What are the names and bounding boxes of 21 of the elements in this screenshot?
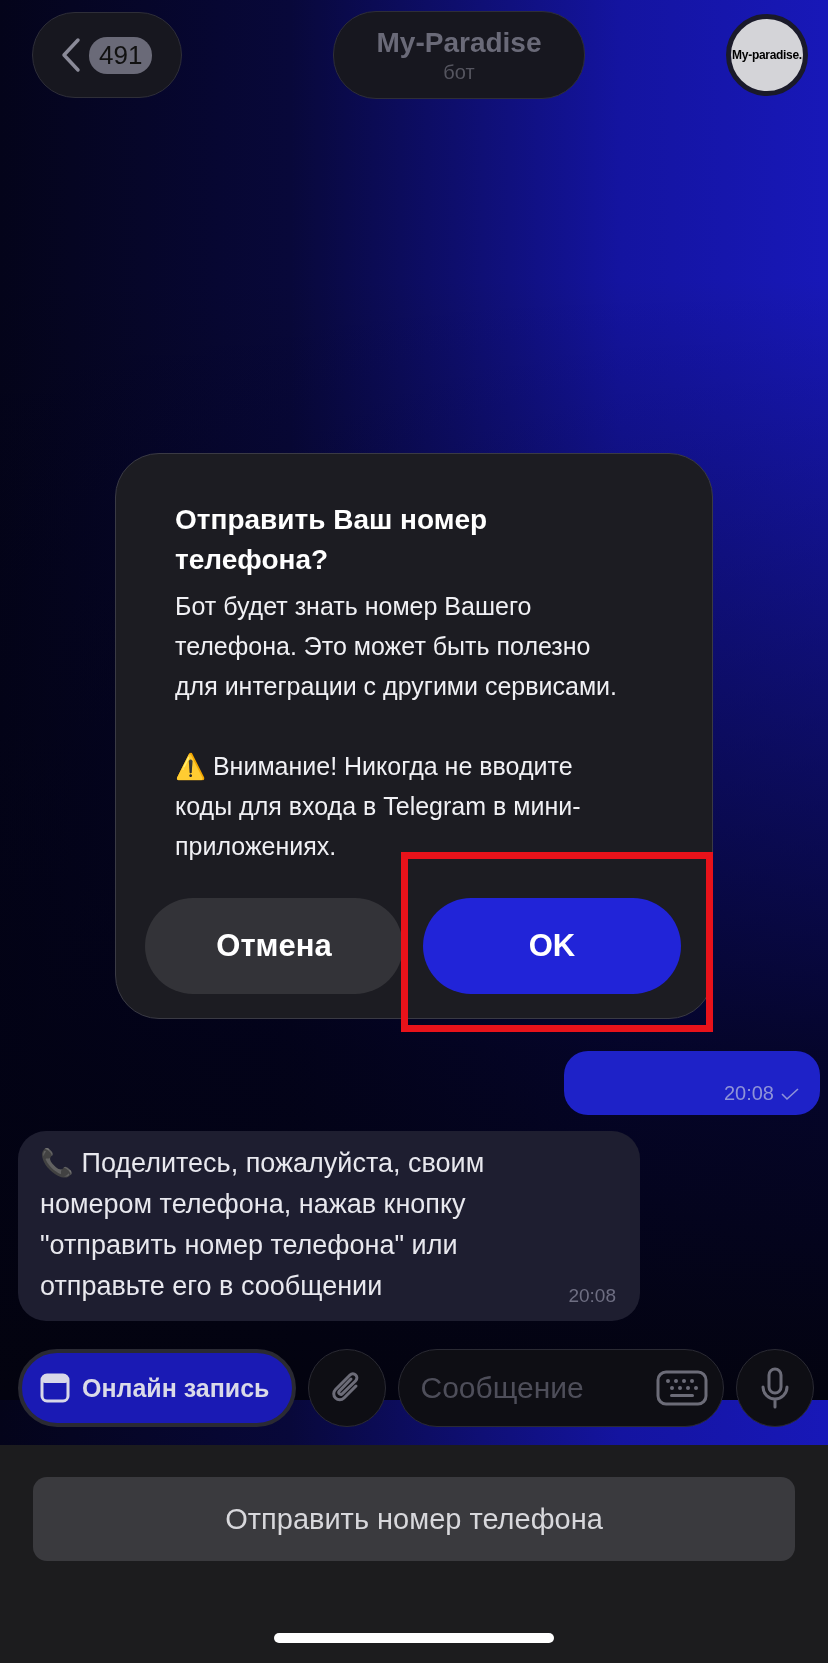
unread-count: 491 — [89, 36, 153, 74]
dialog-text: Бот будет знать номер Вашего телефона. Это может быть полезно для интеграции с другими сервисами. — [175, 591, 619, 702]
microphone-icon — [760, 1367, 790, 1409]
dialog-title: Отправить Ваш номер телефона? — [175, 503, 489, 577]
cancel-button[interactable]: Отмена — [145, 898, 403, 994]
back-button[interactable]: 491 — [32, 12, 182, 98]
message-time: 20:08 — [723, 1082, 774, 1105]
app-button[interactable]: Онлайн запись — [18, 1349, 296, 1427]
back-icon — [61, 37, 81, 73]
message-field[interactable]: Сообщение — [397, 1349, 724, 1427]
keyboard-icon[interactable] — [656, 1370, 708, 1406]
warning-text: ⚠ Внимание! Никогда не вводите коды для входа в Telegram в мини-приложениях. — [175, 751, 582, 862]
window-icon — [40, 1373, 70, 1403]
avatar[interactable]: My-paradise. — [726, 14, 808, 96]
chat-title: My-Paradise — [376, 26, 542, 59]
avatar-text: My-paradise. — [732, 48, 802, 62]
message-time: 20:08 — [568, 1285, 616, 1307]
chat-subtitle: бот — [443, 60, 475, 84]
message-text: 📞 Поделитесь, пожалуйста, своим номером телефона, нажав кнопку "отправить номер телефона" или отправьте его в сообщении — [40, 1147, 486, 1303]
ok-button[interactable]: OK — [423, 898, 681, 994]
keyboard-reply-button[interactable]: Отправить номер телефона — [33, 1477, 795, 1561]
